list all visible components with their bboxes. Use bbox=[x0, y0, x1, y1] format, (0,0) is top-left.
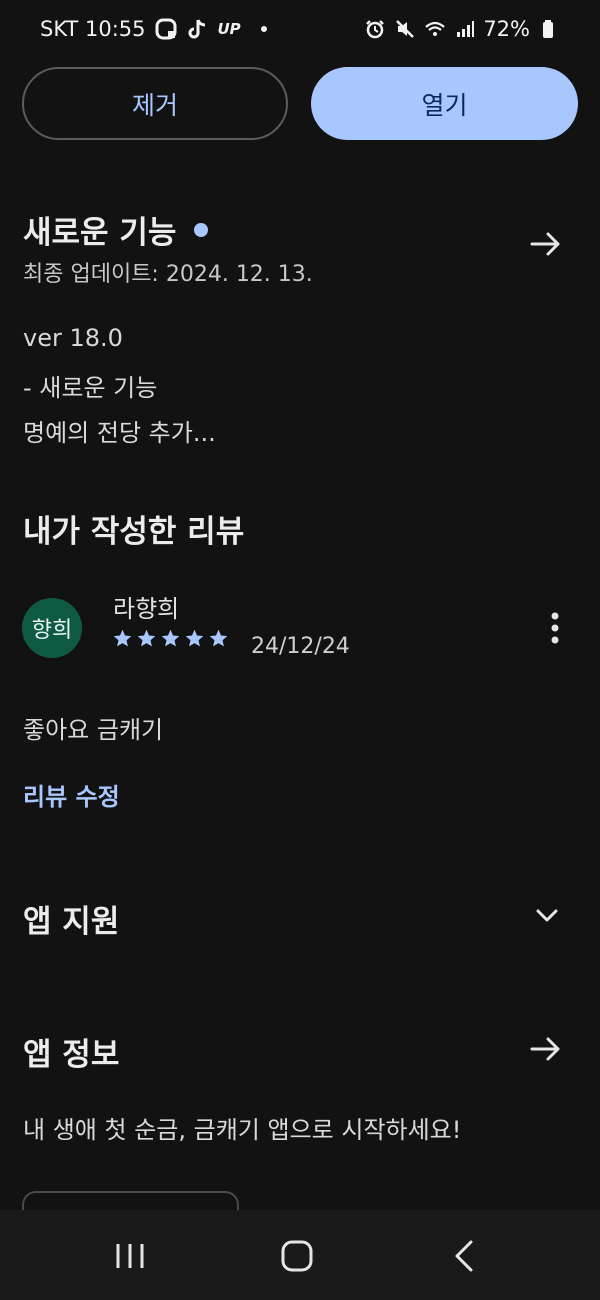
review-body: 좋아요 금캐기 bbox=[23, 716, 164, 744]
star-icon bbox=[113, 629, 132, 647]
up-icon: UP bbox=[217, 20, 241, 38]
star-icon bbox=[209, 629, 228, 647]
alarm-icon bbox=[363, 17, 387, 41]
whats-new-arrow-icon[interactable] bbox=[528, 226, 564, 262]
notification-dot-icon bbox=[260, 26, 267, 32]
release-note-line-1: ver 18.0 bbox=[23, 324, 123, 352]
carrier-time: SKT 10:55 bbox=[40, 17, 146, 41]
mute-icon bbox=[393, 17, 417, 41]
battery-icon bbox=[536, 17, 560, 41]
whats-new-title: 새로운 기능 bbox=[23, 215, 177, 251]
star-icon bbox=[137, 629, 156, 647]
status-left: SKT 10:55 UP bbox=[40, 17, 267, 41]
review-date: 24/12/24 bbox=[251, 634, 350, 659]
star-icon bbox=[161, 629, 180, 647]
new-indicator-dot bbox=[194, 222, 209, 237]
app-info-row[interactable]: 앱 정보 bbox=[23, 1029, 119, 1074]
recent-apps-icon[interactable] bbox=[108, 1234, 152, 1278]
whats-new-title-row[interactable]: 새로운 기능 bbox=[23, 207, 209, 252]
chevron-down-icon[interactable] bbox=[530, 898, 564, 932]
wifi-icon bbox=[423, 17, 447, 41]
my-review-title: 내가 작성한 리뷰 bbox=[23, 506, 244, 551]
avatar: 향희 bbox=[22, 598, 82, 658]
signal-icon bbox=[453, 17, 477, 41]
home-icon[interactable] bbox=[275, 1234, 319, 1278]
app-info-title: 앱 정보 bbox=[23, 1037, 120, 1073]
app-description: 내 생애 첫 순금, 금캐기 앱으로 시작하세요! bbox=[23, 1116, 462, 1144]
app-support-row[interactable]: 앱 지원 bbox=[23, 896, 119, 941]
release-note-line-3: 명예의 전당 추가... bbox=[23, 419, 216, 447]
rating-stars bbox=[112, 628, 229, 649]
remove-button[interactable]: 제거 bbox=[22, 67, 288, 140]
navigation-bar bbox=[0, 1210, 600, 1300]
app-support-title: 앱 지원 bbox=[23, 904, 120, 940]
reviewer-name: 라향희 bbox=[113, 595, 180, 623]
chat-bubble-icon bbox=[154, 17, 178, 41]
status-right: 72% bbox=[363, 17, 560, 41]
app-info-arrow-icon[interactable] bbox=[528, 1031, 564, 1067]
last-updated: 최종 업데이트: 2024. 12. 13. bbox=[23, 262, 313, 287]
status-bar: SKT 10:55 UP 72% bbox=[0, 0, 600, 60]
tiktok-icon bbox=[186, 17, 210, 41]
release-note-line-2: - 새로운 기능 bbox=[23, 374, 158, 402]
open-button[interactable]: 열기 bbox=[311, 67, 578, 140]
star-icon bbox=[185, 629, 204, 647]
edit-review-link[interactable]: 리뷰 수정 bbox=[23, 777, 120, 812]
my-review-title-text: 내가 작성한 리뷰 bbox=[23, 514, 245, 550]
back-icon[interactable] bbox=[443, 1234, 487, 1278]
battery-percent: 72% bbox=[483, 17, 530, 41]
more-options-icon[interactable] bbox=[540, 608, 570, 648]
